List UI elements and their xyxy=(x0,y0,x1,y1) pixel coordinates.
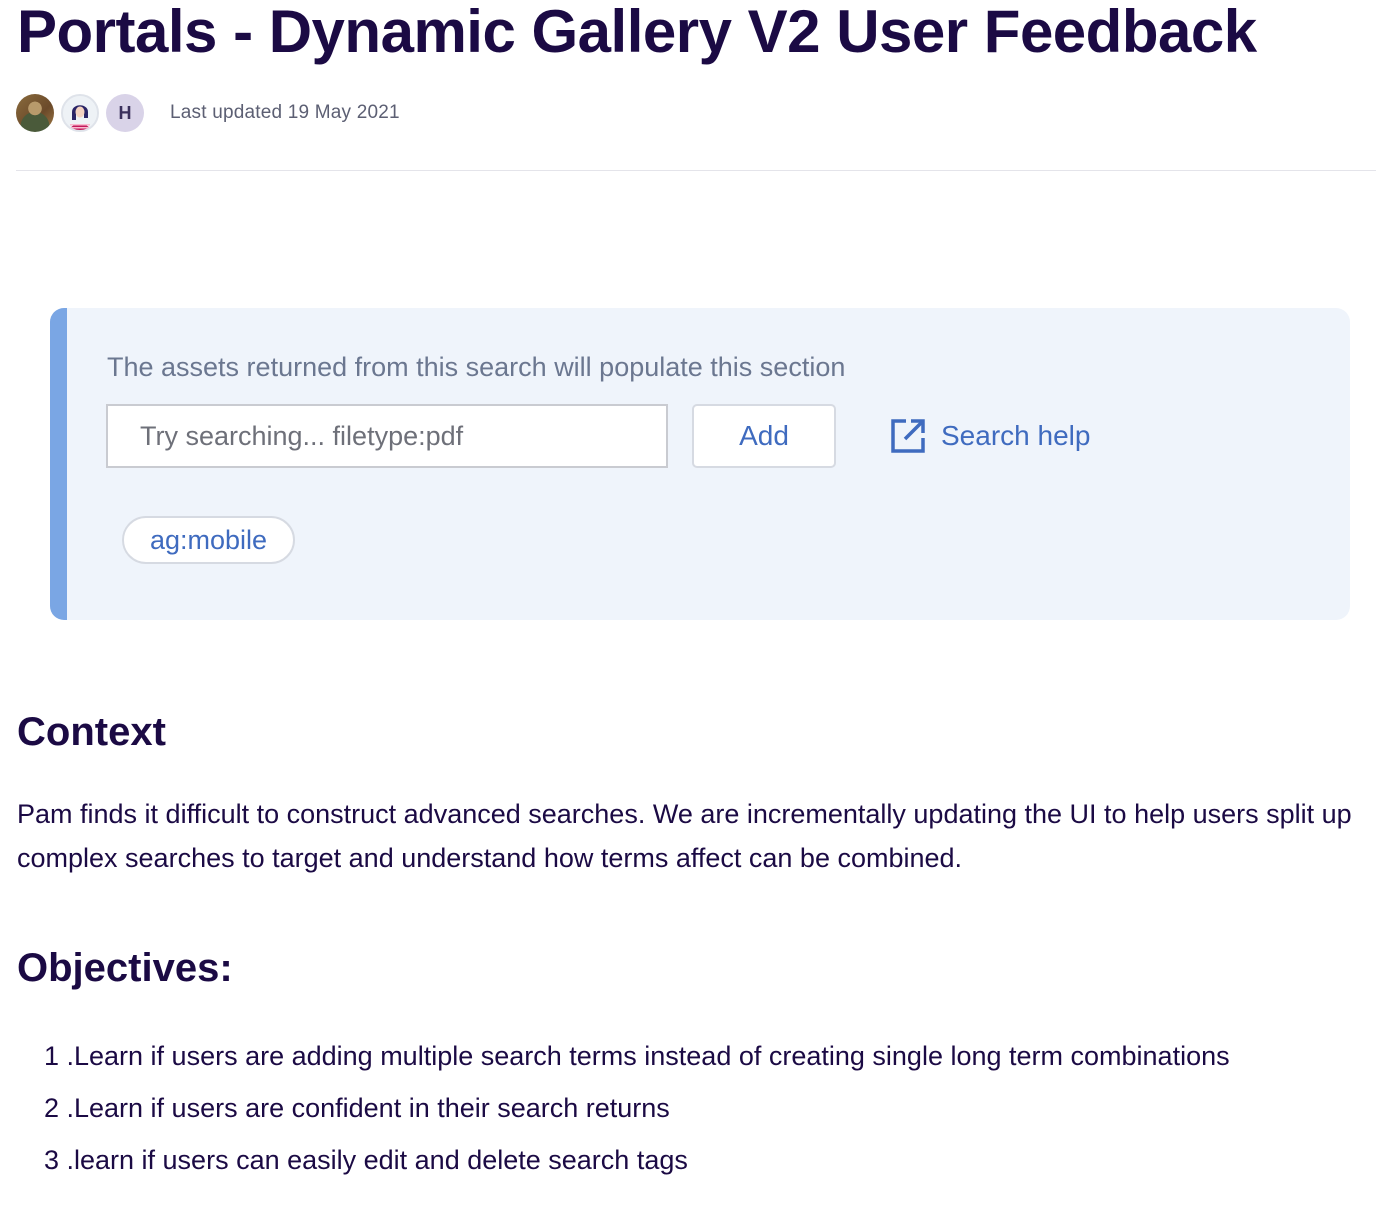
list-item-text: learn if users can easily edit and delet… xyxy=(74,1144,688,1175)
list-item: 3 . learn if users can easily edit and d… xyxy=(0,1134,1230,1186)
panel-hint: The assets returned from this search wil… xyxy=(107,352,846,382)
divider xyxy=(16,170,1376,171)
illustrated-person-avatar-icon xyxy=(63,96,97,130)
list-item-number: 1 . xyxy=(43,1040,74,1071)
list-item: 2 . Learn if users are confident in thei… xyxy=(0,1082,1230,1134)
list-item-number: 2 . xyxy=(43,1092,74,1123)
search-help-link[interactable]: Search help xyxy=(888,416,1090,456)
search-help-label: Search help xyxy=(941,420,1091,451)
search-input[interactable] xyxy=(106,404,668,468)
external-link-icon xyxy=(891,419,925,453)
objectives-list: 1 . Learn if users are adding multiple s… xyxy=(0,1030,1230,1186)
last-updated: Last updated 19 May 2021 xyxy=(170,102,400,123)
avatar[interactable] xyxy=(61,94,99,132)
context-body: Pam finds it difficult to construct adva… xyxy=(17,799,1352,873)
list-item: 1 . Learn if users are adding multiple s… xyxy=(0,1030,1230,1082)
page-title: Portals - Dynamic Gallery V2 User Feedba… xyxy=(17,0,1257,65)
avatar[interactable] xyxy=(16,94,54,132)
list-item-text: Learn if users are confident in their se… xyxy=(74,1092,670,1123)
search-tag-chip[interactable]: ag:mobile xyxy=(122,516,296,564)
avatar[interactable]: H xyxy=(106,94,144,132)
dynamic-gallery-panel: The assets returned from this search wil… xyxy=(50,308,1350,620)
context-heading: Context xyxy=(17,710,166,754)
list-item-number: 3 . xyxy=(43,1144,74,1175)
list-item-text: Learn if users are adding multiple searc… xyxy=(74,1040,1230,1071)
objectives-heading: Objectives: xyxy=(17,946,233,990)
page-meta: H Last updated 19 May 2021 xyxy=(16,94,400,132)
panel-accent-bar xyxy=(50,308,67,620)
add-button[interactable]: Add xyxy=(692,404,836,468)
